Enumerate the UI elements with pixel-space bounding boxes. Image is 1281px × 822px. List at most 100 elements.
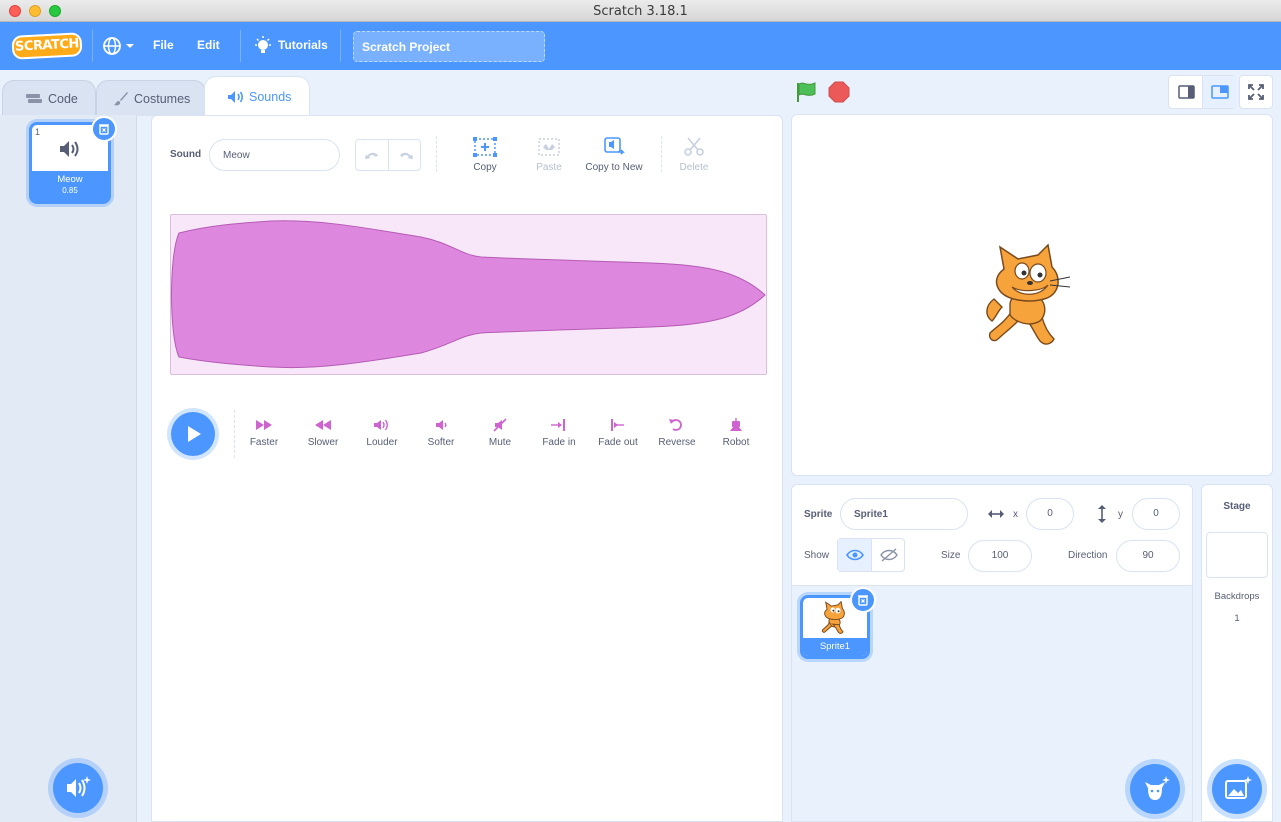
tab-sounds[interactable]: Sounds: [204, 76, 310, 116]
effect-label: Louder: [366, 437, 398, 448]
tutorials-button[interactable]: Tutorials: [278, 38, 328, 52]
effect-louder-button[interactable]: Louder: [353, 418, 411, 448]
toolbar-divider: [436, 136, 437, 172]
effect-mute-button[interactable]: Mute: [471, 418, 529, 448]
effect-reverse-button[interactable]: Reverse: [648, 418, 706, 448]
tab-sounds-label: Sounds: [249, 90, 292, 104]
effect-label: Softer: [427, 437, 455, 448]
eye-slash-icon: [880, 548, 898, 562]
sound-editor: Sound Meow Copy Paste Copy to New Delete…: [151, 115, 783, 822]
paintbrush-icon: [114, 92, 128, 106]
choose-backdrop-button[interactable]: [1212, 764, 1262, 814]
delete-sprite-button[interactable]: [850, 587, 876, 613]
stage-thumbnail[interactable]: [1206, 532, 1268, 578]
vertical-arrows-icon: [1098, 505, 1106, 523]
undo-redo-group: [355, 139, 421, 171]
small-stage-button[interactable]: [1169, 76, 1203, 108]
sound-list: [0, 115, 137, 822]
backdrops-label: Backdrops: [1214, 591, 1260, 602]
size-input[interactable]: 100: [968, 540, 1032, 572]
window-titlebar: Scratch 3.18.1: [0, 0, 1281, 22]
scratch-logo[interactable]: SCRATCH: [11, 32, 83, 60]
eye-icon: [846, 549, 864, 561]
paste-button[interactable]: Paste: [514, 136, 584, 178]
undo-icon: [365, 152, 378, 159]
effect-label: Fade in: [542, 437, 576, 448]
delete-sound-button[interactable]: [91, 116, 117, 142]
sound-name: Meow: [57, 174, 83, 185]
play-icon: [188, 426, 201, 442]
cat-thumbnail: [821, 601, 845, 634]
direction-input[interactable]: 90: [1116, 540, 1180, 572]
sprite-name-input[interactable]: Sprite1: [840, 498, 968, 530]
stage-size-toggle: [1168, 75, 1237, 109]
copy-label: Copy: [473, 162, 497, 173]
copy-to-new-button[interactable]: Copy to New: [578, 136, 650, 178]
edit-menu[interactable]: Edit: [197, 38, 220, 52]
sound-name-input[interactable]: Meow: [209, 139, 340, 171]
mute-icon: [493, 418, 507, 432]
y-input[interactable]: 0: [1132, 498, 1180, 530]
file-menu[interactable]: File: [153, 38, 174, 52]
menu-divider: [340, 30, 341, 62]
project-title-input[interactable]: Scratch Project: [353, 31, 545, 62]
effect-faster-button[interactable]: Faster: [235, 418, 293, 448]
effect-label: Reverse: [658, 437, 696, 448]
backdrops-count: 1: [1234, 613, 1240, 624]
tab-costumes-label: Costumes: [134, 92, 191, 106]
menu-divider: [92, 30, 93, 62]
speaker-icon: [60, 141, 79, 157]
cat-sprite: [986, 243, 1071, 345]
size-label: Size: [941, 550, 961, 561]
effect-slower-button[interactable]: Slower: [294, 418, 352, 448]
stop-button[interactable]: [828, 81, 850, 103]
effect-label: Robot: [722, 437, 750, 448]
add-backdrop-icon: [1225, 776, 1252, 799]
code-blocks-icon: [26, 94, 42, 103]
reverse-icon: [669, 419, 682, 431]
language-menu[interactable]: [101, 35, 137, 57]
effect-fade-in-button[interactable]: Fade in: [530, 418, 588, 448]
x-input[interactable]: 0: [1026, 498, 1074, 530]
show-label: Show: [804, 550, 830, 561]
menu-divider: [240, 30, 241, 62]
globe-icon: [103, 37, 134, 55]
choose-sprite-button[interactable]: [1130, 764, 1180, 814]
copy-button[interactable]: Copy: [450, 136, 520, 178]
delete-selection-button[interactable]: Delete: [659, 136, 729, 178]
effect-robot-button[interactable]: Robot: [707, 418, 765, 448]
visibility-toggle: [837, 538, 905, 572]
waveform: [171, 220, 766, 369]
undo-button[interactable]: [356, 140, 389, 170]
effect-softer-button[interactable]: Softer: [412, 418, 470, 448]
horizontal-arrows-icon: [988, 510, 1004, 518]
add-sound-button[interactable]: [53, 763, 103, 813]
sprite-info: Sprite Sprite1 x 0 y 0 Show Size 100 Dir…: [792, 485, 1192, 586]
copy-to-new-label: Copy to New: [585, 162, 643, 173]
add-sprite-icon: [1145, 776, 1170, 800]
stage-canvas[interactable]: [791, 114, 1273, 476]
direction-label: Direction: [1068, 550, 1108, 561]
tab-costumes[interactable]: Costumes: [96, 80, 206, 116]
fade-in-icon: [551, 419, 565, 431]
add-sound-icon: [67, 776, 91, 797]
window-title: Scratch 3.18.1: [593, 4, 688, 19]
play-sound-button[interactable]: [171, 412, 215, 456]
show-sprite-button[interactable]: [838, 539, 872, 571]
fullscreen-button[interactable]: [1239, 75, 1273, 109]
effect-label: Slower: [307, 437, 339, 448]
normal-stage-button[interactable]: [1203, 76, 1237, 108]
sound-index: 1: [35, 127, 41, 137]
tab-code[interactable]: Code: [2, 80, 96, 116]
sound-name-label: Sound: [170, 149, 202, 160]
fast-forward-icon: [256, 420, 272, 430]
paste-icon: [538, 138, 560, 156]
effect-fade-out-button[interactable]: Fade out: [589, 418, 647, 448]
sound-duration: 0.85: [62, 186, 78, 195]
waveform-editor[interactable]: [170, 214, 767, 375]
hide-sprite-button[interactable]: [872, 539, 906, 571]
redo-button[interactable]: [389, 140, 422, 170]
paste-label: Paste: [536, 162, 562, 173]
rewind-icon: [315, 420, 331, 430]
green-flag-button[interactable]: [794, 80, 818, 104]
